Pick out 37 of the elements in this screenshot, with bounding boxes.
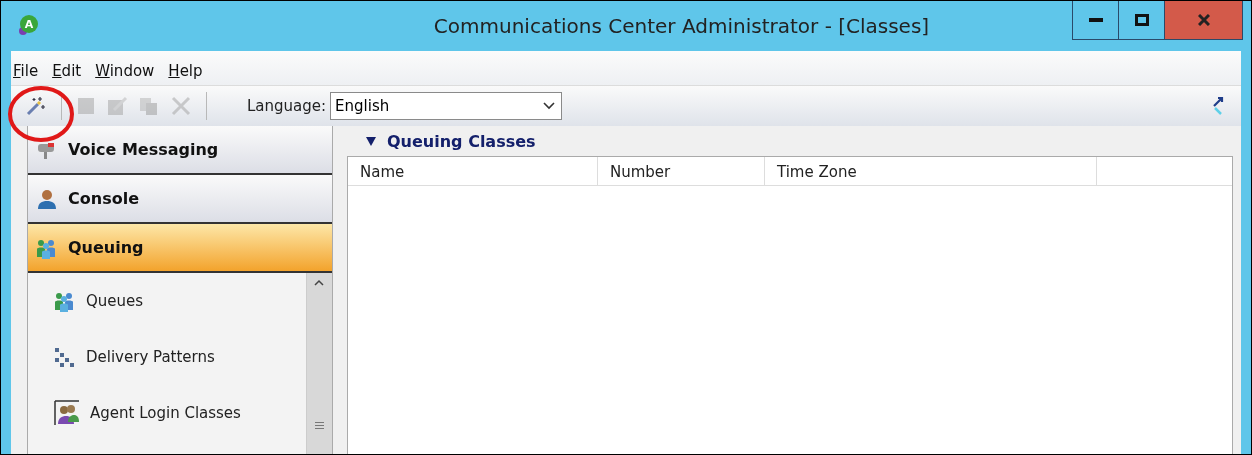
sidebar-section[interactable]: Queuing — [28, 224, 332, 273]
language-label: Language: — [247, 97, 327, 115]
delete-icon — [170, 95, 192, 117]
column-header[interactable]: Name — [348, 157, 598, 185]
scroll-up-icon — [314, 279, 324, 287]
menu-item[interactable]: Window — [95, 62, 155, 80]
people-group-icon — [54, 400, 80, 426]
triangle-down-icon — [365, 135, 377, 147]
sidebar-item[interactable]: Delivery Patterns — [54, 343, 306, 371]
scrollbar[interactable] — [306, 273, 332, 454]
chevron-down-icon — [543, 102, 556, 110]
people-group-icon — [54, 290, 76, 312]
grid-pattern-icon — [54, 346, 76, 368]
panel-title: Queuing Classes — [387, 131, 536, 151]
maximize-icon — [1134, 14, 1149, 26]
grip-icon — [315, 421, 324, 430]
sidebar-item[interactable]: Queues — [54, 287, 306, 315]
magic-wand-icon — [25, 95, 47, 117]
sidebar-section[interactable]: Console — [28, 175, 332, 224]
sidebar-section[interactable]: Voice Messaging — [28, 126, 332, 175]
copy-icon — [138, 95, 160, 117]
menu-item[interactable]: File — [13, 62, 39, 80]
minimize-icon — [1088, 17, 1103, 23]
language-dropdown[interactable]: English — [330, 92, 563, 120]
square-icon — [76, 96, 96, 116]
column-header[interactable]: Time Zone — [765, 157, 1097, 185]
annotation-circle — [6, 84, 76, 144]
close-icon — [1197, 14, 1210, 26]
menu-item[interactable]: Help — [168, 62, 203, 80]
column-header[interactable]: Number — [598, 157, 765, 185]
link-icon[interactable] — [1211, 95, 1225, 117]
person-icon — [36, 187, 58, 210]
pencil-icon — [106, 95, 128, 117]
sidebar-item[interactable]: Agent Login Classes — [54, 399, 306, 427]
menu-item[interactable]: Edit — [52, 62, 82, 80]
panel-header[interactable]: Queuing Classes — [347, 126, 1241, 156]
window-title: Communications Center Administrator - [Classes] — [432, 14, 931, 38]
